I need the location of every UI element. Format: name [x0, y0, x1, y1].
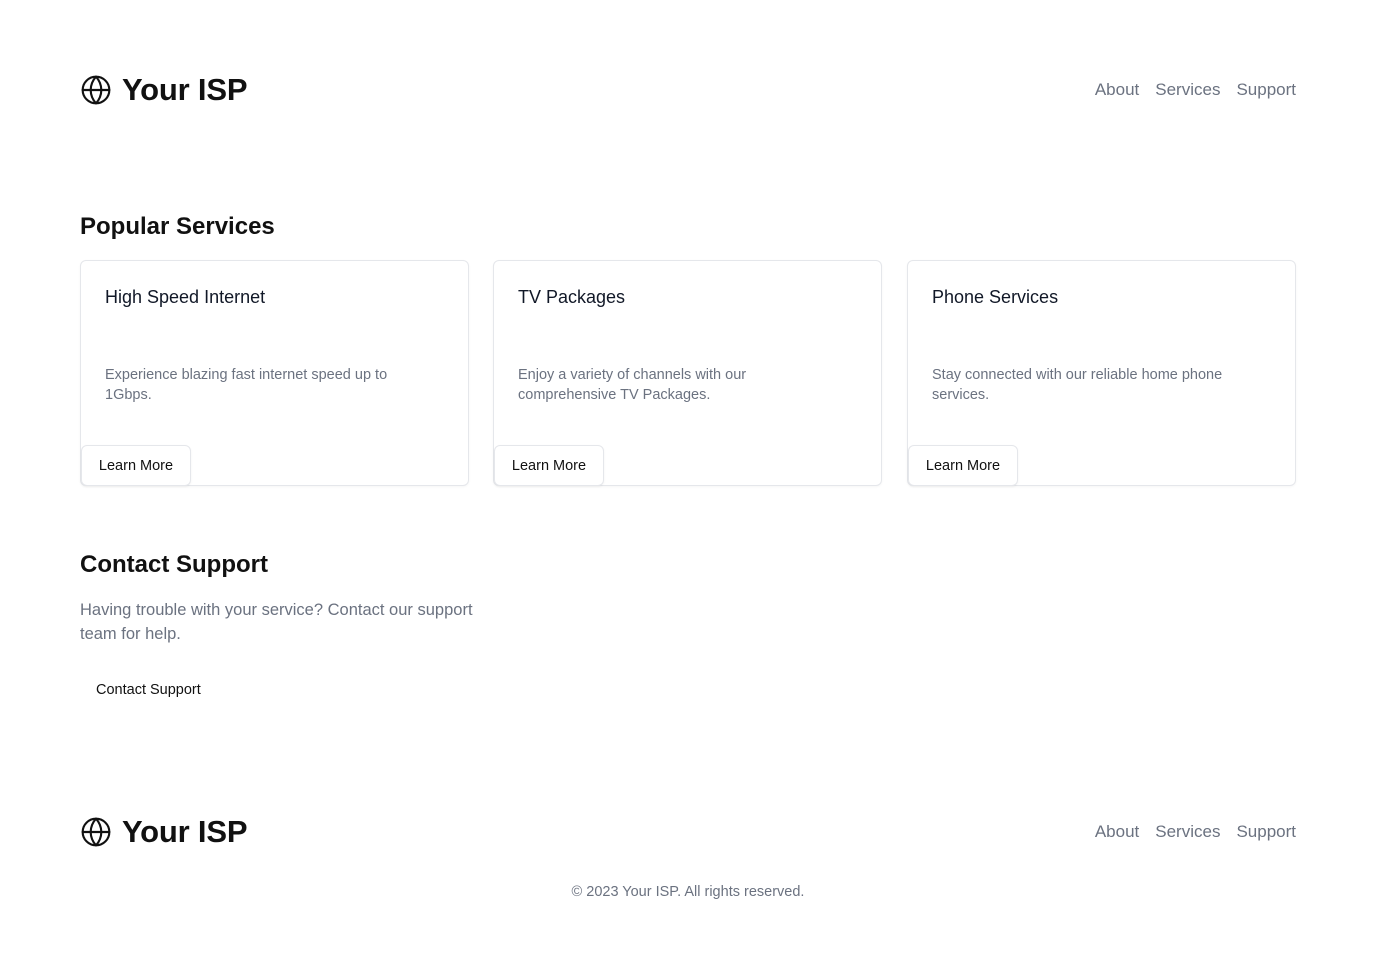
learn-more-button[interactable]: Learn More — [908, 445, 1018, 486]
service-card-tv: TV Packages Enjoy a variety of channels … — [493, 260, 882, 486]
card-title: High Speed Internet — [105, 287, 266, 307]
footer-nav-link-about[interactable]: About — [1095, 822, 1139, 842]
learn-more-button[interactable]: Learn More — [494, 445, 604, 486]
globe-icon — [81, 817, 111, 847]
globe-icon — [81, 75, 111, 105]
nav-link-support[interactable]: Support — [1236, 80, 1296, 100]
card-description: Stay connected with our reliable home ph… — [932, 367, 1223, 403]
popular-services-title: Popular Services — [80, 213, 275, 240]
copyright-text: © 2023 Your ISP. All rights reserved. — [571, 884, 805, 900]
footer-brand-name: Your ISP — [122, 814, 248, 849]
footer-brand-logo-link[interactable]: Your ISP — [80, 814, 247, 850]
contact-support-text: Having trouble with your service? Contac… — [80, 601, 473, 643]
learn-more-button[interactable]: Learn More — [81, 445, 191, 486]
service-card-phone: Phone Services Stay connected with our r… — [907, 260, 1296, 486]
site-header: Your ISP About Services Support — [80, 72, 1296, 108]
services-cards: High Speed Internet Experience blazing f… — [80, 260, 1296, 486]
card-title: TV Packages — [518, 287, 626, 307]
card-title: Phone Services — [932, 287, 1059, 307]
footer-nav-link-support[interactable]: Support — [1236, 822, 1296, 842]
nav-link-services[interactable]: Services — [1155, 80, 1220, 100]
contact-support-button[interactable]: Contact Support — [80, 672, 217, 708]
card-description: Experience blazing fast internet speed u… — [105, 367, 388, 403]
service-card-internet: High Speed Internet Experience blazing f… — [80, 260, 469, 486]
footer-nav: About Services Support — [1095, 822, 1296, 842]
footer-nav-link-services[interactable]: Services — [1155, 822, 1220, 842]
footer-top: Your ISP About Services Support — [80, 814, 1296, 850]
brand-logo-link[interactable]: Your ISP — [80, 72, 247, 108]
brand-name: Your ISP — [122, 72, 248, 107]
nav-link-about[interactable]: About — [1095, 80, 1139, 100]
contact-support-title: Contact Support — [80, 551, 268, 578]
card-description: Enjoy a variety of channels with our com… — [518, 367, 747, 403]
page: Your ISP About Services Support Popular … — [0, 0, 1376, 974]
header-nav: About Services Support — [1095, 80, 1296, 100]
